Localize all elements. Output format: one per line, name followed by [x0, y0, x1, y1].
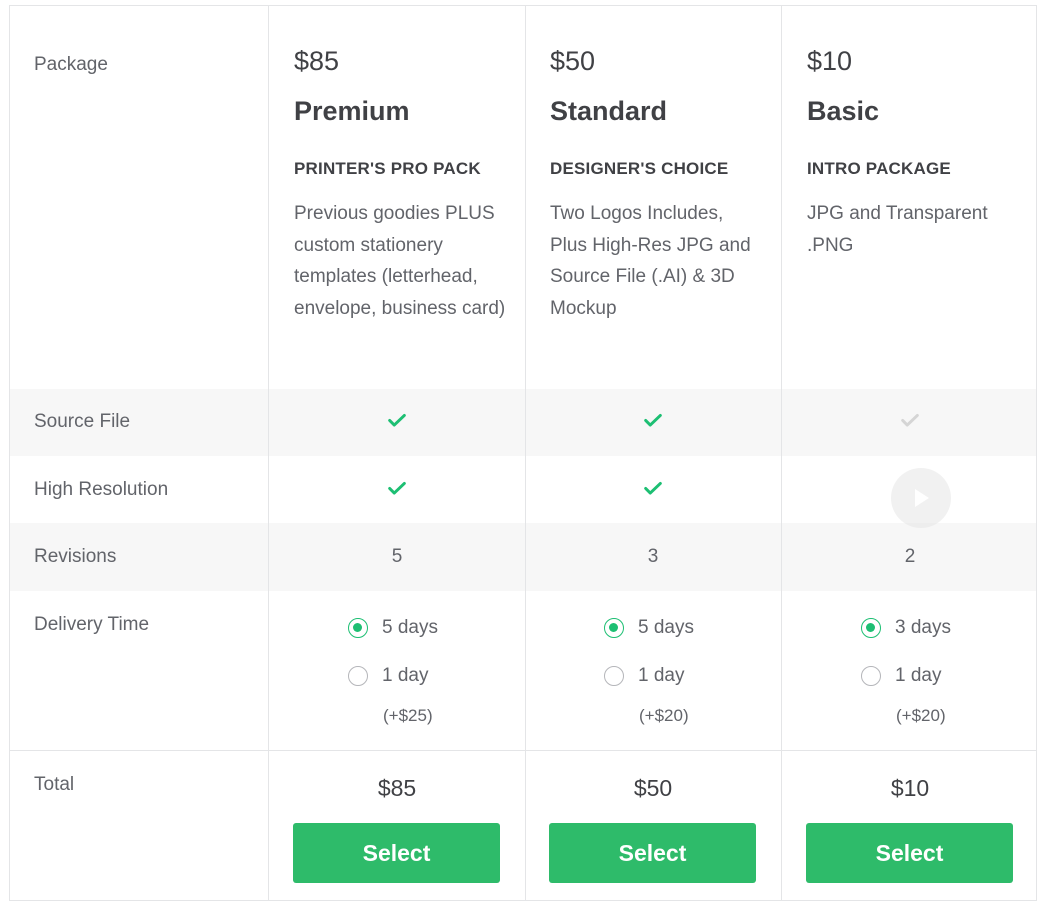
- package-tagline: DESIGNER'S CHOICE: [550, 159, 729, 178]
- source-file-standard: [525, 409, 781, 436]
- package-price: $10: [807, 46, 853, 76]
- check-icon: [644, 481, 662, 495]
- revisions-basic: 2: [904, 546, 916, 567]
- delivery-option-premium-standard[interactable]: 5 days: [348, 617, 438, 639]
- delivery-option-label: 5 days: [638, 617, 694, 638]
- row-label-package: Package: [34, 54, 108, 75]
- delivery-option-label: 1 day: [638, 665, 685, 686]
- revisions-premium: 5: [391, 546, 403, 567]
- package-price: $50: [550, 46, 596, 76]
- total-premium: $85: [377, 775, 417, 801]
- check-icon: [644, 413, 662, 427]
- radio-selected-icon[interactable]: [604, 618, 624, 638]
- row-label-high-resolution: High Resolution: [34, 479, 169, 500]
- package-name: Standard: [550, 96, 668, 126]
- row-label-delivery-time: Delivery Time: [34, 614, 150, 635]
- radio-selected-icon[interactable]: [861, 618, 881, 638]
- package-tagline: INTRO PACKAGE: [807, 159, 951, 178]
- divider-total: [10, 750, 1036, 751]
- delivery-option-standard-express[interactable]: 1 day: [604, 665, 684, 687]
- revisions-standard: 3: [647, 546, 659, 567]
- check-icon-disabled: [901, 413, 919, 427]
- row-label-total: Total: [34, 774, 75, 795]
- package-description: Two Logos Includes, Plus High-Res JPG an…: [550, 203, 751, 319]
- play-icon: [915, 489, 929, 507]
- package-tagline: PRINTER'S PRO PACK: [294, 159, 481, 178]
- column-divider: [268, 6, 269, 900]
- delivery-option-standard-standard[interactable]: 5 days: [604, 617, 694, 639]
- total-basic: $10: [890, 775, 930, 801]
- check-icon: [388, 413, 406, 427]
- express-extra-price: (+$25): [383, 706, 433, 725]
- high-resolution-standard: [525, 477, 781, 504]
- delivery-option-basic-express[interactable]: 1 day: [861, 665, 941, 687]
- package-description: JPG and Transparent .PNG: [807, 203, 988, 256]
- package-price: $85: [294, 46, 340, 76]
- package-name: Basic: [807, 96, 880, 126]
- high-resolution-premium: [269, 477, 525, 504]
- select-standard-button[interactable]: Select: [549, 823, 756, 883]
- radio-icon[interactable]: [348, 666, 368, 686]
- row-label-source-file: Source File: [34, 411, 131, 432]
- select-premium-button[interactable]: Select: [293, 823, 500, 883]
- select-basic-button[interactable]: Select: [806, 823, 1013, 883]
- column-divider: [525, 6, 526, 900]
- delivery-option-label: 5 days: [382, 617, 438, 638]
- delivery-option-label: 1 day: [895, 665, 942, 686]
- row-label-revisions: Revisions: [34, 546, 117, 567]
- radio-selected-icon[interactable]: [348, 618, 368, 638]
- source-file-premium: [269, 409, 525, 436]
- radio-icon[interactable]: [604, 666, 624, 686]
- package-comparison-table: Package Source File High Resolution Revi…: [9, 5, 1037, 901]
- column-divider: [781, 6, 782, 900]
- source-file-basic: [782, 409, 1038, 436]
- video-play-button[interactable]: [891, 468, 951, 528]
- delivery-option-premium-express[interactable]: 1 day: [348, 665, 428, 687]
- package-description: Previous goodies PLUS custom stationery …: [294, 203, 506, 319]
- total-standard: $50: [633, 775, 673, 801]
- radio-icon[interactable]: [861, 666, 881, 686]
- delivery-option-label: 3 days: [895, 617, 951, 638]
- check-icon: [388, 481, 406, 495]
- express-extra-price: (+$20): [896, 706, 946, 725]
- package-name: Premium: [294, 96, 410, 126]
- delivery-option-label: 1 day: [382, 665, 429, 686]
- delivery-option-basic-standard[interactable]: 3 days: [861, 617, 951, 639]
- express-extra-price: (+$20): [639, 706, 689, 725]
